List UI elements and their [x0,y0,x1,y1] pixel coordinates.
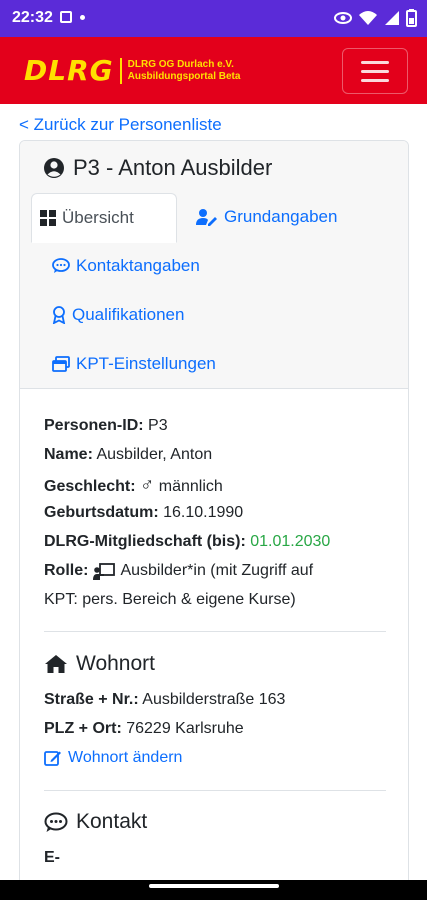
org-name-line1: DLRG OG Durlach e.V. [127,59,234,70]
signal-icon [385,11,399,25]
gender-row: Geschlecht: ♂ männlich [44,475,223,497]
name-row: Name: Ausbilder, Anton [44,446,212,464]
kontakt-title: Kontakt [76,810,148,833]
city-row: PLZ + Ort: 76229 Karlsruhe [44,720,244,738]
top-navbar: DLRG DLRG OG Durlach e.V. Ausbildungspor… [0,37,427,104]
city-label: PLZ + Ort: [44,720,122,737]
person-id-label: Personen-ID: [44,417,144,434]
hamburger-icon [361,60,389,64]
wohnort-title: Wohnort [76,652,155,675]
card-header: P3 - Anton Ausbilder Übersicht Grundanga… [20,141,408,389]
menu-toggle-button[interactable] [342,48,408,94]
status-bar: 22:32 [0,0,427,37]
hamburger-line [361,78,389,82]
person-title-text: P3 - Anton Ausbilder [73,155,273,180]
grid-icon [40,210,56,226]
person-title: P3 - Anton Ausbilder [43,155,272,181]
birthdate-row: Geburtsdatum: 16.10.1990 [44,504,243,522]
role-value-line1: Ausbilder*in (mit Zugriff auf [120,562,314,579]
person-card: P3 - Anton Ausbilder Übersicht Grundanga… [19,140,409,900]
chat-icon [52,258,70,273]
name-value: Ausbilder, Anton [96,446,213,463]
street-label: Straße + Nr.: [44,691,139,708]
name-label: Name: [44,446,93,463]
wohnort-heading: Wohnort [44,652,155,676]
status-time: 22:32 [12,9,53,26]
dlrg-logo[interactable]: DLRG DLRG OG Durlach e.V. Ausbildungspor… [24,54,241,87]
tab-label: Grundangaben [224,207,338,226]
dot-icon [80,14,85,20]
user-circle-icon [44,158,64,178]
tab-uebersicht[interactable]: Übersicht [31,193,177,243]
hamburger-line [361,69,389,73]
gender-value: männlich [158,478,223,495]
male-icon: ♂ [140,475,155,496]
tab-kpt-einstellungen[interactable]: KPT-Einstellungen [52,354,216,374]
gender-label: Geschlecht: [44,478,136,495]
wifi-icon [359,11,377,25]
edit-icon [44,751,61,766]
birthdate-value: 16.10.1990 [163,504,244,521]
tab-kontaktangaben[interactable]: Kontaktangaben [52,256,200,276]
street-row: Straße + Nr.: Ausbilderstraße 163 [44,691,285,709]
tab-label: Kontaktangaben [76,256,200,275]
city-value: 76229 Karlsruhe [126,720,244,737]
membership-row: DLRG-Mitgliedschaft (bis): 01.01.2030 [44,533,330,551]
role-row: Rolle: Ausbilder*in (mit Zugriff auf [44,562,313,580]
role-label: Rolle: [44,562,89,579]
email-row: E- [44,849,60,867]
tab-label: KPT-Einstellungen [76,354,216,373]
chat-icon [44,812,68,832]
membership-label: DLRG-Mitgliedschaft (bis): [44,533,246,550]
eye-icon [334,12,352,24]
divider [44,790,386,791]
edit-wohnort-label: Wohnort ändern [68,749,183,766]
divider [44,631,386,632]
user-edit-icon [196,209,217,226]
membership-value: 01.01.2030 [250,533,331,550]
status-right-icons [334,9,417,27]
email-label: E- [44,849,60,866]
street-value: Ausbilderstraße 163 [142,691,286,708]
tab-grundangaben[interactable]: Grundangaben [196,207,337,227]
windows-icon [52,356,70,372]
battery-icon [406,9,417,27]
kontakt-heading: Kontakt [44,810,147,834]
gesture-nav-area [0,880,427,900]
tab-label: Qualifikationen [72,305,185,324]
status-notifications [60,11,85,23]
award-icon [52,306,66,324]
tab-qualifikationen[interactable]: Qualifikationen [52,305,184,325]
person-id-row: Personen-ID: P3 [44,417,168,435]
edit-wohnort-link[interactable]: Wohnort ändern [44,749,182,767]
logo-divider [119,58,122,84]
chalkboard-teacher-icon [93,562,116,580]
home-gesture-handle[interactable] [149,884,279,888]
home-icon [45,655,67,673]
person-id-value: P3 [148,417,168,434]
role-value-line2: KPT: pers. Bereich & eigene Kurse) [44,591,296,608]
tab-label: Übersicht [62,208,134,227]
back-to-person-list-link[interactable]: < Zurück zur Personenliste [19,115,222,135]
image-notification-icon [60,11,72,23]
birthdate-label: Geburtsdatum: [44,504,159,521]
org-name: DLRG OG Durlach e.V. Ausbildungsportal B… [128,59,241,83]
logo-wordmark: DLRG [24,54,114,87]
org-name-line2: Ausbildungsportal Beta [127,71,241,82]
